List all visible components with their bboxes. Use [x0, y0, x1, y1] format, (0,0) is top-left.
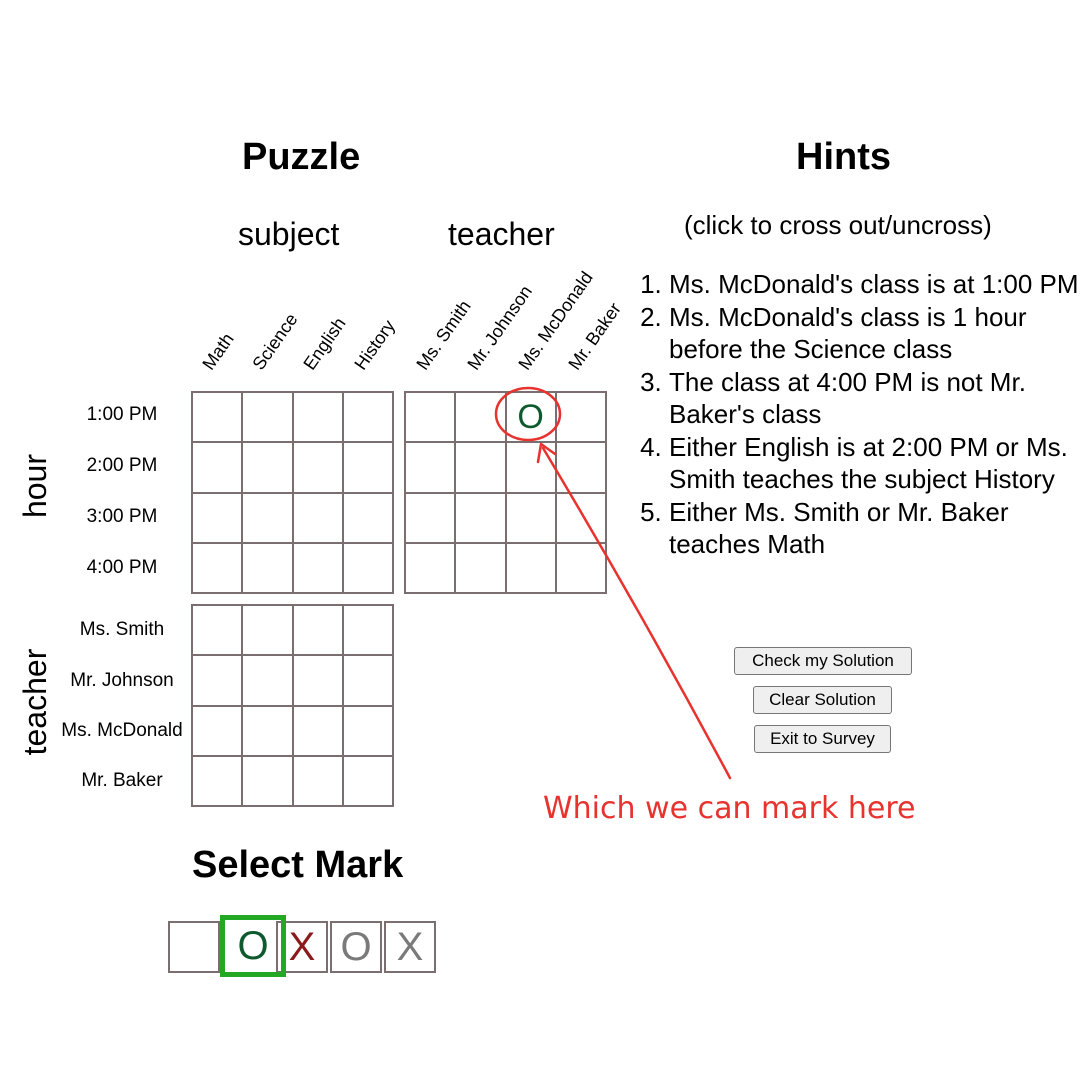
mark-option[interactable]: O: [220, 915, 286, 977]
annotation-overlay: [494, 386, 732, 780]
annotation-arrow-line: [541, 446, 732, 780]
annotation-text: Which we can mark here: [543, 791, 916, 826]
annotation-circle: [494, 386, 562, 442]
